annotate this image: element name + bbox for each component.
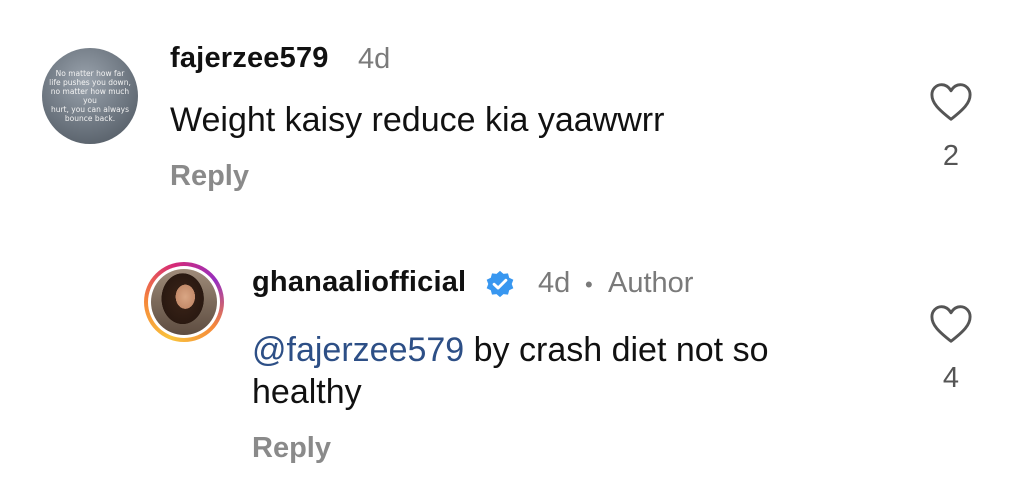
comment-time: 4d xyxy=(358,43,391,75)
mention-link[interactable]: @fajerzee579 xyxy=(252,331,464,369)
avatar[interactable]: No matter how far life pushes you down, … xyxy=(42,48,138,144)
like-count: 2 xyxy=(942,140,960,172)
comment-text-line2: healthy xyxy=(252,373,362,411)
comment-username[interactable]: fajerzee579 xyxy=(170,42,329,75)
avatar-photo xyxy=(151,269,217,335)
comment-username[interactable]: ghanaaliofficial xyxy=(252,266,466,299)
avatar-quote-text: No matter how far life pushes you down, … xyxy=(49,69,131,123)
author-label: Author xyxy=(608,267,694,299)
reply-button[interactable]: Reply xyxy=(170,160,249,193)
like-count: 4 xyxy=(942,362,960,394)
comment-text-line1: by crash diet not so xyxy=(464,331,769,369)
avatar-story-ring[interactable] xyxy=(144,262,224,342)
separator-dot: • xyxy=(585,272,593,297)
comment-time: 4d xyxy=(538,267,571,299)
reply-button[interactable]: Reply xyxy=(252,432,331,465)
comment-text: @fajerzee579 by crash diet not so health… xyxy=(252,329,768,413)
heart-icon[interactable] xyxy=(929,304,973,344)
comment-text: Weight kaisy reduce kia yaawwrr xyxy=(170,101,665,139)
heart-icon[interactable] xyxy=(929,82,973,122)
verified-badge-icon xyxy=(486,270,514,298)
